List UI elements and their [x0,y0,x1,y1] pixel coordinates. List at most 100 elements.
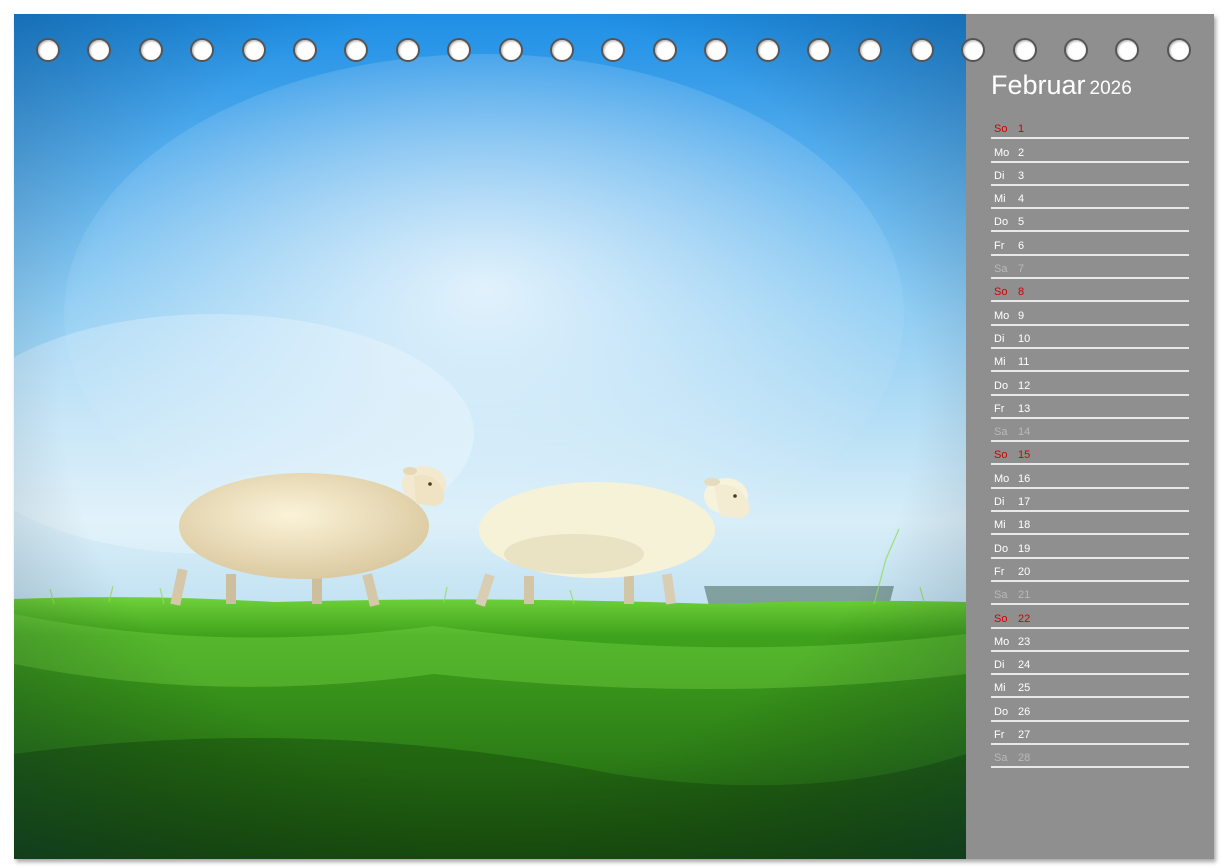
weekday-label: Sa [994,426,1008,439]
spiral-binding [14,38,1214,64]
day-row: Fr 27 [991,722,1189,746]
day-row: Mi 4 [991,186,1189,210]
day-row: Mo 16 [991,465,1189,489]
day-list: So 1 Mo 2 Di 3 Mi 4 Do 5 Fr 6 Sa 7 So 8 Mo 9 Di 10 Mi 11 Do 12 F… [991,116,1189,769]
day-number: 10 [1018,332,1031,345]
weekday-label: Mi [994,193,1006,206]
weekday-label: Do [994,705,1009,718]
day-row: Fr 13 [991,396,1189,419]
day-number: 14 [1018,426,1031,439]
day-row: Mi 11 [991,349,1189,373]
day-number: 23 [1018,635,1031,648]
binding-ring-icon [909,38,934,62]
day-number: 6 [1018,239,1025,252]
day-row: So 15 [991,442,1189,466]
day-number: 27 [1018,729,1031,742]
weekday-label: Di [994,332,1005,345]
weekday-label: Mo [994,309,1010,322]
weekday-label: Mi [994,682,1006,695]
binding-ring-icon [344,38,369,62]
day-row: Do 19 [991,535,1189,559]
weekday-label: So [994,612,1008,625]
day-row: Fr 6 [991,232,1189,256]
weekday-label: Di [994,659,1005,672]
binding-ring-icon [498,38,523,62]
calendar-panel: Februar 2026 So 1 Mo 2 Di 3 Mi 4 Do 5 Fr 6 Sa 7 So 8 Mo 9 D… [966,14,1214,859]
day-number: 18 [1018,519,1031,532]
month-name: Februar [991,70,1086,100]
binding-ring-icon [293,38,317,62]
day-number: 5 [1018,216,1025,229]
weekday-label: Fr [994,565,1005,578]
binding-ring-icon [1012,38,1037,62]
binding-ring-icon [36,38,60,62]
day-row: Mo 23 [991,629,1189,652]
day-row: Do 5 [991,209,1189,233]
day-number: 4 [1018,193,1025,206]
weekday-label: So [994,123,1008,136]
day-row: Do 26 [991,698,1189,722]
weekday-label: Do [994,542,1009,555]
binding-ring-icon [755,38,780,62]
binding-ring-icon [447,38,472,62]
binding-ring-icon [138,38,163,62]
binding-ring-icon [1064,38,1088,62]
binding-ring-icon [652,38,677,62]
day-number: 19 [1018,542,1031,555]
binding-ring-icon [704,38,729,62]
month-title: Februar 2026 [991,70,1132,101]
day-row: Sa 14 [991,419,1189,443]
day-row: So 1 [991,116,1189,140]
day-row: Fr 20 [991,559,1189,582]
weekday-label: Mo [994,635,1010,648]
weekday-label: Sa [994,263,1008,276]
binding-ring-icon [807,38,831,62]
day-number: 3 [1018,169,1025,182]
weekday-label: Do [994,216,1009,229]
day-row: Di 17 [991,489,1189,513]
day-number: 25 [1018,682,1031,695]
day-row: Di 24 [991,652,1189,676]
weekday-label: So [994,286,1008,299]
weekday-label: Fr [994,729,1005,742]
day-row: Mo 9 [991,302,1189,326]
day-row: Di 10 [991,326,1189,349]
weekday-label: Di [994,169,1005,182]
day-row: Mi 18 [991,512,1189,536]
weekday-label: Sa [994,752,1008,765]
day-number: 22 [1018,612,1031,625]
weekday-label: So [994,449,1008,462]
day-row: Sa 21 [991,582,1189,606]
day-row: Sa 7 [991,256,1189,280]
day-number: 12 [1018,379,1031,392]
day-number: 15 [1018,449,1031,462]
binding-ring-icon [190,38,215,62]
day-row: So 22 [991,605,1189,629]
day-number: 13 [1018,402,1031,415]
day-number: 11 [1018,356,1030,369]
day-row: Di 3 [991,163,1189,186]
day-row: Do 12 [991,372,1189,396]
binding-ring-icon [858,38,883,62]
binding-ring-icon [1115,38,1140,62]
binding-ring-icon [550,38,574,62]
day-number: 28 [1018,752,1031,765]
day-number: 26 [1018,705,1031,718]
calendar-page: Februar 2026 So 1 Mo 2 Di 3 Mi 4 Do 5 Fr 6 Sa 7 So 8 Mo 9 D… [14,14,1214,859]
binding-ring-icon [1166,38,1191,62]
binding-ring-icon [961,38,986,62]
weekday-label: Mo [994,146,1010,159]
binding-ring-icon [87,38,112,62]
day-number: 20 [1018,565,1031,578]
day-number: 8 [1018,286,1025,299]
year-label: 2026 [1089,78,1132,99]
day-row: Mo 2 [991,139,1189,163]
day-number: 1 [1018,123,1025,136]
day-number: 7 [1018,263,1025,276]
day-number: 17 [1018,496,1031,509]
weekday-label: Sa [994,589,1008,602]
day-number: 2 [1018,146,1025,159]
binding-ring-icon [601,38,626,62]
day-number: 24 [1018,659,1031,672]
day-row: Sa 28 [991,745,1189,769]
